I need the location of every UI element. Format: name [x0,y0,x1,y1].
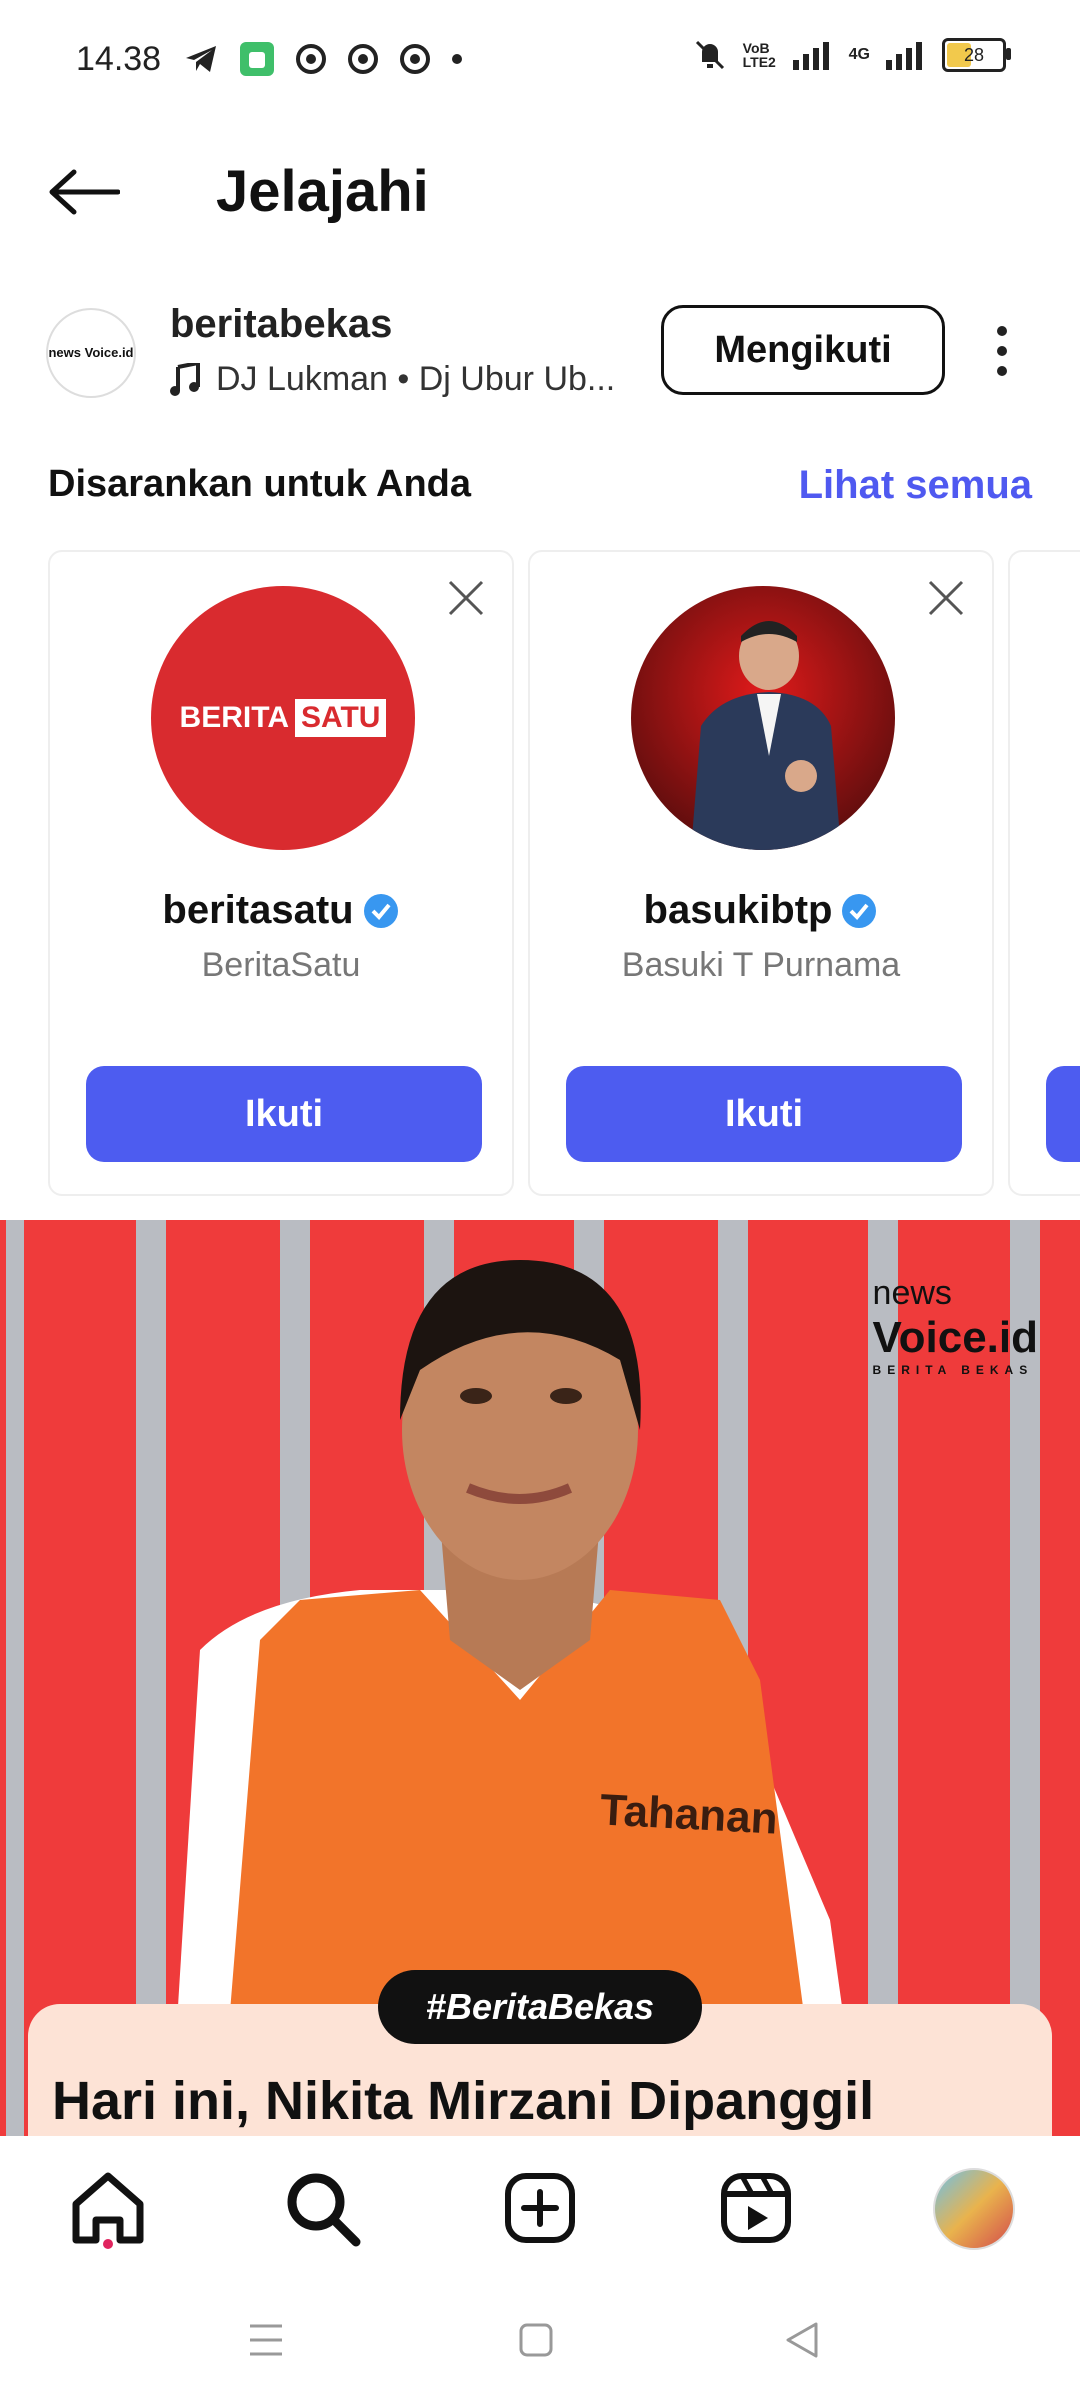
lte-label: VoB LTE2 [742,40,776,70]
suggestion-fullname: Basuki T Purnama [621,946,901,984]
avatar-logo-text: news Voice.id [48,345,134,360]
telegram-icon [186,46,216,72]
follow-button[interactable]: Ikuti [86,1066,482,1162]
signal-icon [886,42,922,70]
see-all-link[interactable]: Lihat semua [799,463,1032,508]
page-title: Jelajahi [216,159,429,224]
bottom-navigation [0,2136,1080,2282]
logo-sub-text: BERITA BEKAS [872,1363,1034,1377]
4g-label: 4G [848,46,870,63]
chrome-icon [296,44,326,74]
search-icon[interactable] [282,2168,362,2248]
username-text: beritasatu [162,888,354,932]
person-photo [691,621,841,850]
create-icon[interactable] [500,2168,580,2248]
close-icon[interactable] [446,578,486,618]
account-music[interactable]: DJ Lukman • Dj Ubur Ub... [170,360,630,399]
status-time: 14.38 [76,40,162,78]
account-username[interactable]: beritabekas [170,302,392,347]
home-square-icon[interactable] [516,2320,556,2360]
logo-voice-text: Voice.id [872,1313,1038,1362]
back-arrow-icon[interactable] [48,168,120,216]
reels-icon[interactable] [716,2168,796,2248]
more-notifications-dot [452,54,462,64]
verified-badge-icon [363,893,398,928]
vest-text: Tahanan [598,1785,779,1844]
logo-berita-text: BERITA [179,701,289,734]
post-caption: Hari ini, Nikita Mirzani Dipanggil [52,2071,875,2131]
basukibtp-avatar[interactable] [631,586,895,850]
notification-icons [184,42,462,76]
suggestion-card-partial[interactable] [1008,550,1080,1196]
suggestion-fullname: BeritaSatu [201,946,361,984]
verified-badge-icon [842,893,877,928]
battery-level: 28 [963,44,985,65]
beritasatu-avatar[interactable]: BERITA SATU [151,586,415,850]
follow-button[interactable]: Ikuti [566,1066,962,1162]
suggestion-username[interactable]: basukibtp [530,888,992,933]
account-avatar[interactable]: news Voice.id [46,308,136,398]
post-image[interactable]: Tahanan news Voice.id BERITA BEKAS #Beri… [0,1220,1080,2136]
profile-avatar[interactable] [933,2168,1015,2250]
back-triangle-icon[interactable] [782,2320,822,2360]
following-button[interactable]: Mengikuti [661,305,945,395]
app-icon [240,42,274,76]
hashtag-badge: #BeritaBekas [378,1970,702,2044]
logo-satu-text: SATU [295,699,387,737]
chrome-icon [348,44,378,74]
system-status-icons: VoB LTE2 4G 28 [693,38,1011,72]
battery-indicator: 28 [942,38,1011,72]
signal-icon [792,42,829,70]
home-icon[interactable] [68,2168,148,2248]
suggestion-username[interactable]: beritasatu [50,888,512,933]
mute-icon [695,40,724,70]
close-icon[interactable] [926,578,966,618]
home-active-dot [103,2239,113,2249]
music-note-icon [170,362,200,396]
menu-icon[interactable] [246,2320,286,2360]
suggestions-title: Disarankan untuk Anda [48,463,472,505]
newsvoice-logo: news Voice.id BERITA BEKAS [873,1274,1038,1377]
music-label: DJ Lukman • Dj Ubur Ub... [216,360,616,398]
follow-button-partial[interactable] [1046,1066,1080,1162]
more-options-icon[interactable] [996,326,1008,376]
suggestion-card-beritasatu[interactable]: BERITA SATU beritasatu BeritaSatu Ikuti [48,550,514,1196]
username-text: basukibtp [643,888,833,932]
chrome-icon [400,44,430,74]
system-navigation-bar [0,2282,1080,2400]
suggestion-card-basukibtp[interactable]: basukibtp Basuki T Purnama Ikuti [528,550,994,1196]
logo-news-text: news [872,1274,952,1312]
